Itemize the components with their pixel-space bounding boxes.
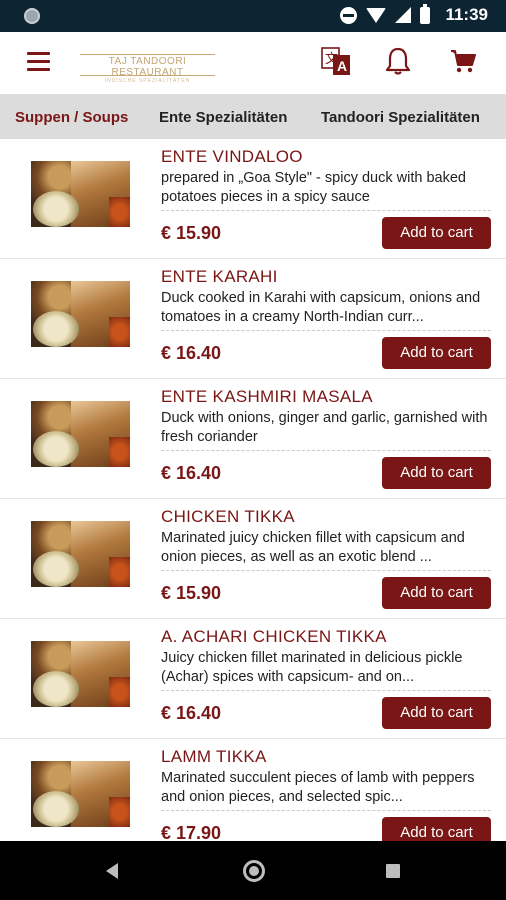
dish-name: CHICKEN TIKKA bbox=[161, 507, 295, 526]
dish-name: ENTE VINDALOO bbox=[161, 147, 303, 166]
dish-price: € 15.90 bbox=[161, 583, 222, 603]
dish-name: A. ACHARI CHICKEN TIKKA bbox=[161, 627, 387, 646]
dish-description: prepared in „Goa Style" - spicy duck wit… bbox=[161, 170, 466, 205]
add-to-cart-button[interactable]: Add to cart bbox=[382, 337, 491, 369]
menu-item[interactable]: ENTE KARAHI Duck cooked in Karahi with c… bbox=[0, 259, 506, 379]
signal-icon bbox=[395, 7, 412, 23]
menu-item-list[interactable]: ENTE VINDALOO prepared in „Goa Style" - … bbox=[0, 139, 506, 841]
home-icon[interactable] bbox=[243, 860, 265, 882]
cart-icon[interactable] bbox=[450, 48, 476, 74]
status-icons: 11:39 bbox=[340, 3, 488, 25]
back-icon[interactable] bbox=[106, 863, 118, 879]
dish-image bbox=[31, 401, 130, 467]
dashed-divider bbox=[161, 210, 491, 211]
dish-description: Marinated succulent pieces of lamb with … bbox=[161, 770, 475, 805]
status-bar: 11:39 bbox=[0, 0, 506, 32]
status-time: 11:39 bbox=[445, 5, 488, 24]
dish-name: ENTE KASHMIRI MASALA bbox=[161, 387, 373, 406]
dish-image bbox=[31, 161, 130, 227]
translate-icon[interactable]: 文 A bbox=[321, 46, 351, 76]
notification-dot-icon bbox=[24, 8, 40, 24]
category-tabs: Suppen / Soups Ente Spezialitäten Tandoo… bbox=[0, 94, 506, 139]
tab-ente-spezialitaeten[interactable]: Ente Spezialitäten bbox=[159, 109, 287, 126]
system-navigation-bar bbox=[0, 841, 506, 900]
menu-item[interactable]: ENTE KASHMIRI MASALA Duck with onions, g… bbox=[0, 379, 506, 499]
dashed-divider bbox=[161, 690, 491, 691]
add-to-cart-button[interactable]: Add to cart bbox=[382, 457, 491, 489]
wifi-icon bbox=[366, 7, 387, 23]
app-bar: TAJ TANDOORI RESTAURANT INDISCHE SPEZIAL… bbox=[0, 32, 506, 94]
svg-text:A: A bbox=[337, 58, 347, 74]
dish-name: LAMM TIKKA bbox=[161, 747, 267, 766]
dish-price: € 15.90 bbox=[161, 223, 222, 243]
dish-description: Duck cooked in Karahi with capsicum, oni… bbox=[161, 290, 481, 325]
dish-description: Marinated juicy chicken fillet with caps… bbox=[161, 530, 465, 565]
add-to-cart-button[interactable]: Add to cart bbox=[382, 217, 491, 249]
battery-icon bbox=[420, 3, 431, 24]
dish-price: € 17.90 bbox=[161, 823, 222, 841]
do-not-disturb-icon bbox=[340, 6, 358, 24]
restaurant-logo: TAJ TANDOORI RESTAURANT INDISCHE SPEZIAL… bbox=[80, 54, 215, 84]
hamburger-icon[interactable] bbox=[27, 52, 50, 72]
logo-title: TAJ TANDOORI RESTAURANT bbox=[108, 56, 187, 78]
dish-image bbox=[31, 641, 130, 707]
add-to-cart-button[interactable]: Add to cart bbox=[382, 697, 491, 729]
menu-item[interactable]: ENTE VINDALOO prepared in „Goa Style" - … bbox=[0, 139, 506, 259]
dish-name: ENTE KARAHI bbox=[161, 267, 278, 286]
dish-description: Juicy chicken fillet marinated in delici… bbox=[161, 650, 463, 685]
add-to-cart-button[interactable]: Add to cart bbox=[382, 577, 491, 609]
dish-image bbox=[31, 281, 130, 347]
add-to-cart-button[interactable]: Add to cart bbox=[382, 817, 491, 841]
recent-apps-icon[interactable] bbox=[386, 864, 400, 878]
dish-price: € 16.40 bbox=[161, 343, 222, 363]
bell-icon[interactable] bbox=[384, 46, 412, 76]
dish-image bbox=[31, 521, 130, 587]
dish-price: € 16.40 bbox=[161, 703, 222, 723]
menu-item[interactable]: LAMM TIKKA Marinated succulent pieces of… bbox=[0, 739, 506, 841]
dashed-divider bbox=[161, 810, 491, 811]
menu-item[interactable]: A. ACHARI CHICKEN TIKKA Juicy chicken fi… bbox=[0, 619, 506, 739]
dashed-divider bbox=[161, 330, 491, 331]
logo-subtitle: INDISCHE SPEZIALITÄTEN bbox=[104, 78, 191, 84]
menu-item[interactable]: CHICKEN TIKKA Marinated juicy chicken fi… bbox=[0, 499, 506, 619]
tab-suppen-soups[interactable]: Suppen / Soups bbox=[15, 109, 128, 126]
dashed-divider bbox=[161, 450, 491, 451]
dish-description: Duck with onions, ginger and garlic, gar… bbox=[161, 410, 488, 445]
dish-image bbox=[31, 761, 130, 827]
dashed-divider bbox=[161, 570, 491, 571]
tab-tandoori-spezialitaeten[interactable]: Tandoori Spezialitäten bbox=[321, 109, 480, 126]
dish-price: € 16.40 bbox=[161, 463, 222, 483]
